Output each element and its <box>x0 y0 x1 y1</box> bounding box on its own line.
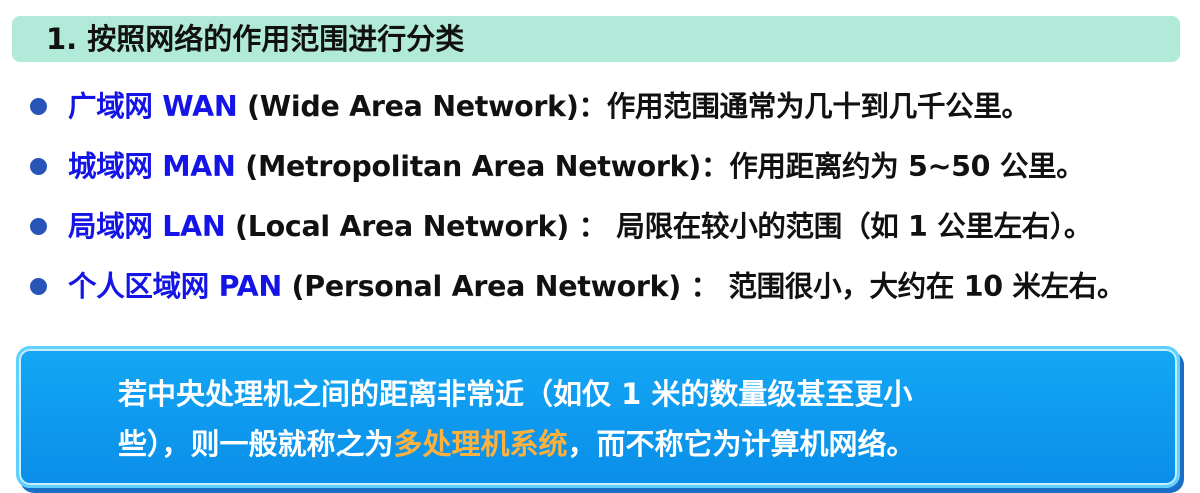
section-title: 1. 按照网络的作用范围进行分类 <box>46 22 465 56</box>
highlight-multiprocessor-system: 多处理机系统 <box>393 427 568 461</box>
bullet-dot-icon <box>30 278 47 295</box>
bullet-dot-icon <box>30 158 47 175</box>
term-man: 城域网 MAN <box>68 150 236 183</box>
slide: 1. 按照网络的作用范围进行分类 广域网 WAN (Wide Area Netw… <box>0 0 1200 493</box>
callout-line-2: 些），则一般就称之为多处理机系统，而不称它为计算机网络。 <box>118 419 1078 469</box>
list-item-text: 个人区域网 PAN (Personal Area Network) ： 范围很小… <box>68 265 1125 309</box>
description-man: (Metropolitan Area Network)：作用距离约为 5~50 … <box>235 150 1085 183</box>
term-lan: 局域网 LAN <box>68 210 226 243</box>
bullet-dot-icon <box>30 98 47 115</box>
callout-line-2-end: ，而不称它为计算机网络。 <box>567 427 916 461</box>
list-item-text: 局域网 LAN (Local Area Network) ： 局限在较小的范围（… <box>68 205 1092 249</box>
list-item-text: 广域网 WAN (Wide Area Network)：作用范围通常为几十到几千… <box>68 85 1030 129</box>
description-lan: (Local Area Network) ： 局限在较小的范围（如 1 公里左右… <box>225 210 1093 243</box>
note-callout-text: 若中央处理机之间的距离非常近（如仅 1 米的数量级甚至更小 些），则一般就称之为… <box>118 369 1078 469</box>
bullet-dot-icon <box>30 218 47 235</box>
term-pan: 个人区域网 PAN <box>68 270 282 303</box>
callout-line-1: 若中央处理机之间的距离非常近（如仅 1 米的数量级甚至更小 <box>118 377 913 411</box>
description-wan: (Wide Area Network)：作用范围通常为几十到几千公里。 <box>237 90 1030 123</box>
description-pan: (Personal Area Network) ： 范围很小，大约在 10 米左… <box>281 270 1126 303</box>
list-item-text: 城域网 MAN (Metropolitan Area Network)：作用距离… <box>68 145 1085 189</box>
term-wan: 广域网 WAN <box>68 90 238 123</box>
callout-line-2-start: 些），则一般就称之为 <box>118 427 394 461</box>
